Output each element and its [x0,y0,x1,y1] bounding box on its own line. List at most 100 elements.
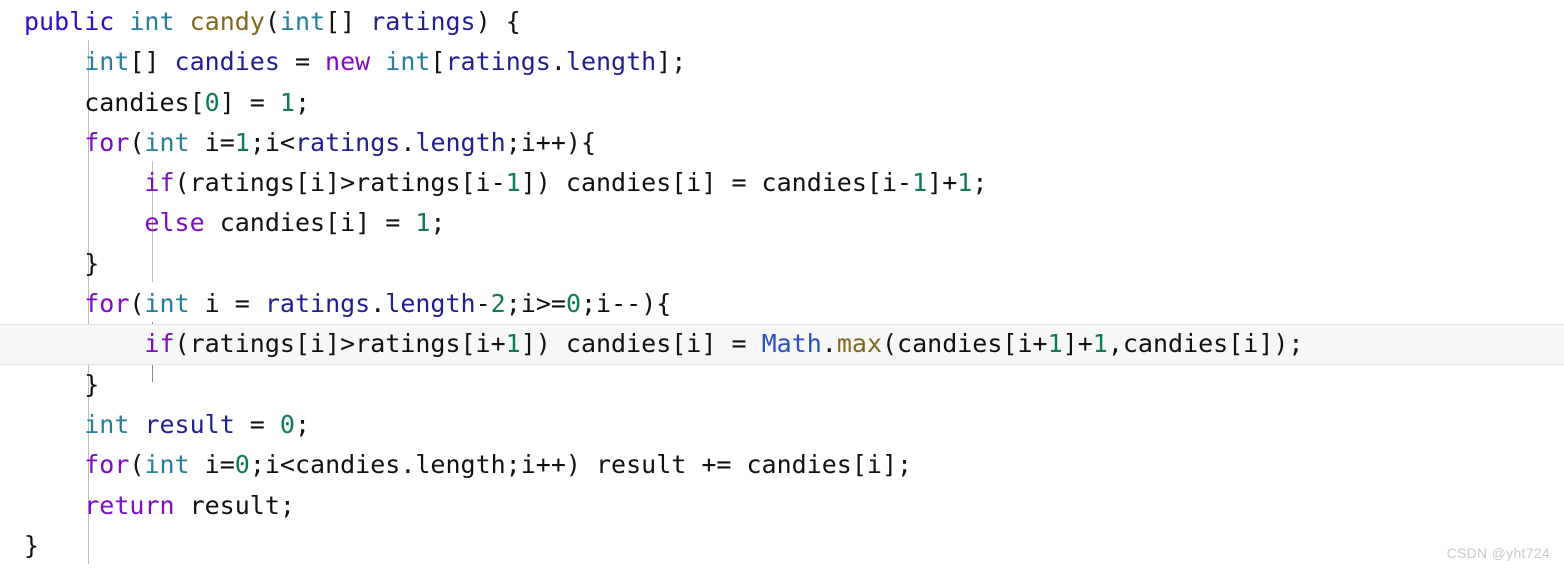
code-line[interactable]: int result = 0; [0,405,1564,445]
code-line[interactable]: } [0,244,1564,284]
code-token: 0 [204,87,220,117]
code-token: ; [430,208,446,238]
code-token: ; [294,87,311,117]
code-token: candies[ [24,87,205,117]
code-token: length [565,47,657,77]
code-token: ]) candies[i] = [520,329,762,359]
code-line[interactable]: for(int i=0;i<candies.length;i++) result… [0,445,1564,485]
code-token: int [129,7,175,36]
code-token: int [279,7,326,36]
code-token: } [24,530,40,560]
code-token: ;i--){ [581,289,672,319]
code-token: 1 [1047,329,1063,359]
code-token: candies [174,47,280,77]
code-token: 1 [505,168,521,198]
code-token: Math [761,329,822,359]
code-token: int [144,289,190,319]
code-token: result [144,409,235,439]
code-editor-viewport[interactable]: public int candy(int[] ratings) { int[] … [0,0,1564,581]
code-token: if [144,329,175,359]
code-token: ]+ [927,168,958,198]
code-token: = [234,409,280,439]
code-token: new [325,47,371,77]
code-token: candies[i] = [204,208,416,238]
code-token: = [279,47,326,77]
code-token: int [144,450,190,480]
code-token: ratings [264,289,371,319]
code-token: public [24,7,115,36]
code-line[interactable]: int[] candies = new int[ratings.length]; [0,42,1564,82]
code-line-current[interactable]: if(ratings[i]>ratings[i+1]) candies[i] =… [0,324,1564,365]
code-token: 1 [1092,329,1108,359]
code-token: ; [972,168,988,198]
code-token: ,candies[i]); [1107,329,1304,359]
code-token: ; [294,409,311,439]
code-token: } [24,369,100,399]
code-token: ;i>= [505,289,566,319]
code-token: . [400,127,416,157]
code-token: 1 [912,168,928,198]
code-token: if [144,168,175,198]
code-token: . [370,289,386,319]
code-token: 0 [234,450,250,480]
code-token: ]; [656,47,687,77]
code-line[interactable]: return result; [0,486,1564,526]
code-token: ratings [294,127,401,157]
code-token: int [84,409,130,439]
code-token: ( [264,7,280,36]
code-line[interactable]: if(ratings[i]>ratings[i-1]) candies[i] =… [0,163,1564,203]
code-token: return [84,490,175,520]
code-token: 0 [565,289,581,319]
code-token: i = [189,289,265,319]
code-token: max [836,329,882,359]
code-token: } [24,248,100,278]
code-token: int [84,47,130,77]
code-token: [ [430,47,446,77]
code-token: (ratings[i]>ratings[i+ [174,329,506,359]
code-line[interactable]: for(int i=1;i<ratings.length;i++){ [0,123,1564,163]
code-token: ( [129,127,145,157]
code-token: 1 [957,168,973,198]
code-token: [] [325,7,371,36]
code-token: int [144,127,190,157]
code-token: - [475,289,491,319]
code-token: [] [129,47,175,77]
code-token: ratings [370,7,476,36]
code-token: ] = [219,87,280,117]
code-content[interactable]: public int candy(int[] ratings) { int[] … [0,0,1564,566]
code-line[interactable]: for(int i = ratings.length-2;i>=0;i--){ [0,284,1564,324]
code-line[interactable]: public int candy(int[] ratings) { [0,2,1564,42]
code-line[interactable]: } [0,365,1564,405]
code-line[interactable]: else candies[i] = 1; [0,203,1564,243]
code-token: ratings [445,47,551,77]
code-token: 2 [490,289,506,319]
code-token: (ratings[i]>ratings[i- [174,168,506,198]
code-line[interactable]: } [0,526,1564,566]
code-token: 1 [234,127,250,157]
code-token: candy [189,7,265,36]
csdn-watermark: CSDN @yht724 [1446,544,1550,561]
code-token: result; [174,490,295,520]
code-token: length [415,127,506,157]
code-token: 1 [505,329,521,359]
code-token: ;i<candies.length;i++) result += candies… [249,450,913,480]
code-line[interactable]: candies[0] = 1; [0,83,1564,123]
code-token: int [385,47,431,77]
code-token: (candies[i+ [882,329,1048,359]
code-token: length [385,289,476,319]
code-token: 1 [279,87,295,117]
code-token: i= [189,127,235,157]
code-token: else [144,208,205,238]
code-token: 1 [415,208,431,238]
